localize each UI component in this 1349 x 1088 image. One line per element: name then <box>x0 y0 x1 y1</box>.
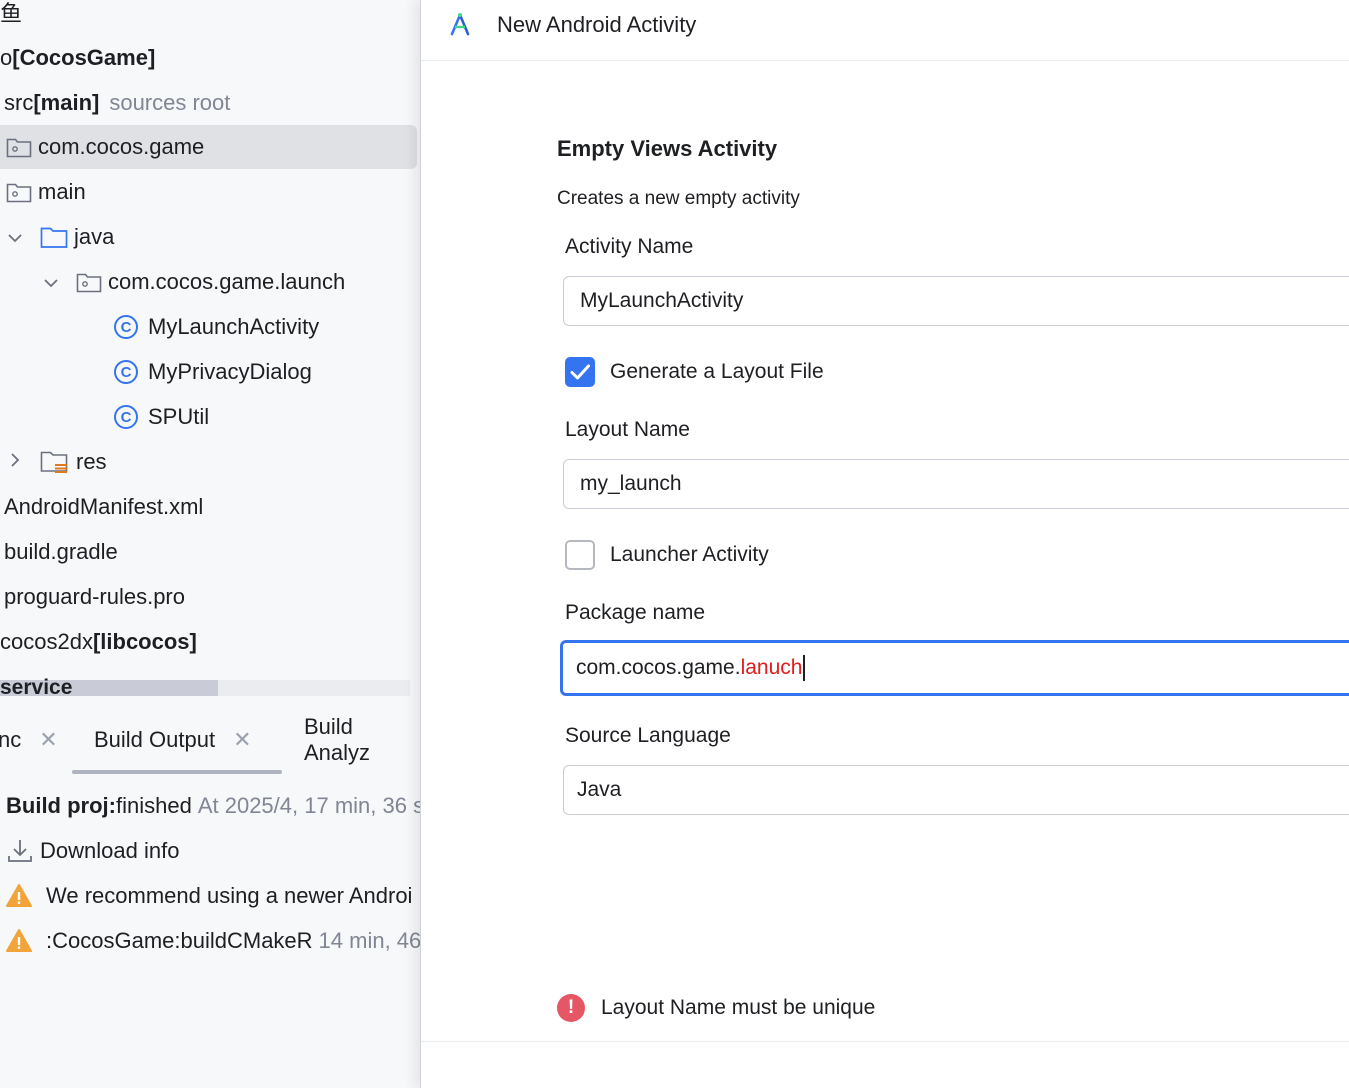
ide-left-pane: 鱼 o [CocosGame] src [main] sources root … <box>0 0 420 1088</box>
warning-row-android[interactable]: We recommend using a newer Androi <box>6 874 412 918</box>
chevron-down-icon[interactable] <box>4 227 26 248</box>
warning-icon <box>6 883 40 909</box>
close-icon[interactable]: ✕ <box>233 727 251 753</box>
download-icon <box>6 838 34 864</box>
new-activity-dialog: New Android Activity Empty Views Activit… <box>420 0 1349 1088</box>
package-folder-icon <box>6 181 32 203</box>
package-folder-icon <box>76 271 102 293</box>
text-caret <box>803 655 806 681</box>
tree-module-cocosgame[interactable]: o [CocosGame] <box>0 36 155 80</box>
tree-item-service[interactable]: service <box>0 676 72 700</box>
active-tab-indicator <box>72 770 282 774</box>
tree-src-main[interactable]: src [main] sources root <box>4 81 230 125</box>
tree-fragment-top: 鱼 <box>0 1 23 26</box>
validation-error: ! Layout Name must be unique <box>557 994 875 1022</box>
tree-item-java[interactable]: java <box>4 215 114 259</box>
activity-name-label: Activity Name <box>565 235 694 258</box>
android-studio-icon <box>449 12 471 43</box>
activity-name-field[interactable]: MyLaunchActivity <box>563 276 1349 326</box>
checkmark-icon <box>570 364 590 380</box>
chevron-right-icon[interactable] <box>4 452 26 473</box>
resource-folder-icon <box>40 449 70 475</box>
tree-item-sputil[interactable]: C SPUtil <box>114 395 209 439</box>
chevron-down-icon[interactable] <box>40 272 62 293</box>
dialog-title: New Android Activity <box>497 12 697 37</box>
download-info-row[interactable]: Download info <box>6 829 179 873</box>
warning-icon <box>6 928 40 954</box>
warning-row-cmake[interactable]: :CocosGame:buildCMakeR 14 min, 46 s <box>6 919 420 963</box>
package-name-field[interactable]: com.cocos.game. lanuch <box>560 640 1349 696</box>
close-icon[interactable]: ✕ <box>39 727 57 753</box>
class-icon: C <box>114 315 138 339</box>
tree-item-manifest[interactable]: AndroidManifest.xml <box>4 485 203 529</box>
build-status-row[interactable]: Build proj: finished At 2025/4, 17 min, … <box>6 784 420 828</box>
tab-sync[interactable]: nc ✕ <box>0 712 58 768</box>
package-name-error-part: lanuch <box>740 656 803 679</box>
class-icon: C <box>114 360 138 384</box>
package-name-label: Package name <box>565 601 706 624</box>
tab-build-output[interactable]: Build Output ✕ <box>94 712 252 768</box>
source-language-label: Source Language <box>565 724 731 747</box>
error-icon: ! <box>557 994 585 1022</box>
class-icon: C <box>114 405 138 429</box>
tree-item-myprivacydialog[interactable]: C MyPrivacyDialog <box>114 350 312 394</box>
tree-item-build-gradle[interactable]: build.gradle <box>4 530 118 574</box>
dialog-footer-divider <box>421 1041 1349 1042</box>
tree-item-res[interactable]: res <box>4 440 107 484</box>
tree-item-com-cocos-game[interactable]: com.cocos.game <box>0 125 417 169</box>
bottom-tabs: nc ✕ Build Output ✕ Build Analyz <box>0 712 420 774</box>
tree-item-mylaunchactivity[interactable]: C MyLaunchActivity <box>114 305 319 349</box>
package-folder-icon <box>6 136 32 158</box>
generate-layout-label[interactable]: Generate a Layout File <box>610 360 824 384</box>
tree-module-libcocos[interactable]: cocos2dx [libcocos] <box>0 620 197 664</box>
activity-description: Creates a new empty activity <box>557 188 800 209</box>
layout-name-label: Layout Name <box>565 418 690 441</box>
launcher-activity-label[interactable]: Launcher Activity <box>610 543 769 567</box>
activity-type-title: Empty Views Activity <box>557 136 778 161</box>
source-language-select[interactable]: Java <box>563 765 1349 815</box>
tree-item-proguard[interactable]: proguard-rules.pro <box>4 575 185 619</box>
dialog-header: New Android Activity <box>421 0 1349 61</box>
tree-item-main[interactable]: main <box>0 170 86 214</box>
layout-name-field[interactable]: my_launch <box>563 459 1349 509</box>
source-folder-icon <box>40 225 68 249</box>
tab-build-analyzer[interactable]: Build Analyz <box>304 712 420 768</box>
generate-layout-checkbox[interactable] <box>565 357 595 387</box>
launcher-activity-checkbox[interactable] <box>565 540 595 570</box>
error-message: Layout Name must be unique <box>601 996 876 1019</box>
tree-item-launch-package[interactable]: com.cocos.game.launch <box>40 260 345 304</box>
